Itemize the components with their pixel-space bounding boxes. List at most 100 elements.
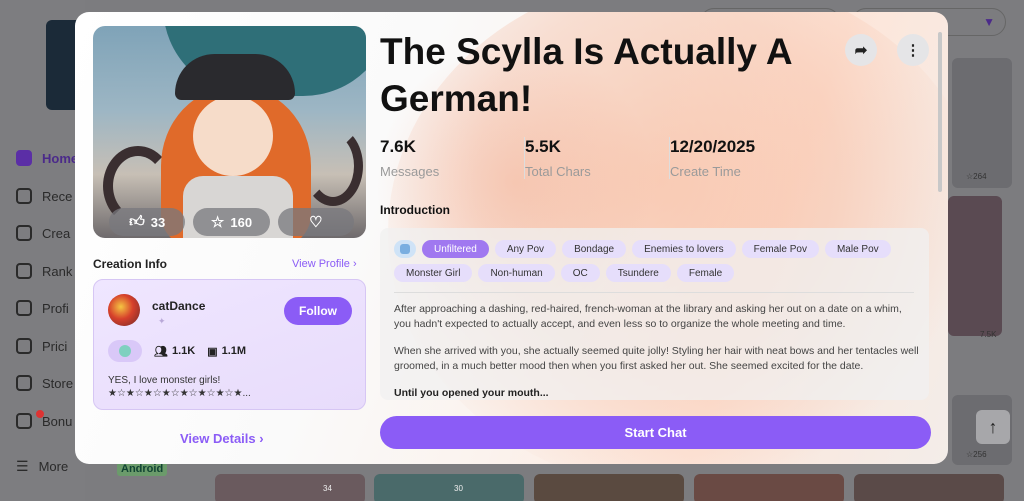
character-cover-image: 👍︎ 33 ☆ 160 ♡ (93, 26, 366, 238)
creator-card: catDance ✦ Follow 👥︎ 1.1K ▣ 1.1M YES, I lo… (93, 279, 366, 410)
character-card[interactable] (694, 474, 844, 501)
category-icon (400, 244, 410, 254)
modal-scrollbar[interactable] (938, 32, 942, 192)
hat-art (175, 54, 295, 100)
divider (394, 292, 914, 293)
sidebar-item-label: Bonu (42, 413, 73, 429)
tag[interactable]: Non-human (478, 264, 555, 282)
sidebar-item-recent[interactable]: Rece (16, 188, 72, 204)
scroll-to-top-button[interactable]: ↑ (976, 410, 1010, 444)
star-icon: ☆ (210, 214, 225, 231)
view-profile-label: View Profile (292, 258, 350, 270)
gift-button[interactable]: ♡ (277, 208, 354, 236)
heart-hand-icon: ♡ (309, 214, 323, 231)
share-button[interactable]: ➦ (845, 34, 877, 66)
view-details-link[interactable]: View Details › (180, 431, 264, 446)
tag-list: Unfiltered Any Pov Bondage Enemies to lo… (394, 240, 914, 282)
card-count: 34 (323, 484, 332, 493)
character-detail-modal: 👍︎ 33 ☆ 160 ♡ Creation Info View Profile ›… (75, 12, 948, 464)
tag[interactable]: Female (676, 264, 735, 282)
character-card[interactable]: 30 (374, 474, 524, 501)
users-icon: 👥︎ (154, 345, 168, 358)
creation-info-heading: Creation Info (93, 257, 167, 271)
tag[interactable]: Bondage (562, 240, 627, 258)
character-card[interactable]: ☆264 (952, 58, 1012, 188)
stat-value: 12/20/2025 (670, 137, 756, 156)
chat-icon (16, 188, 32, 204)
character-card[interactable]: 7.5K (948, 196, 1002, 339)
chevron-down-icon: ▼ (983, 15, 995, 29)
sidebar: Home Rece Crea Rank Profi Prici Store Bo… (0, 0, 86, 501)
card-count: 30 (454, 484, 463, 493)
sidebar-item-pricing[interactable]: Prici (16, 338, 67, 354)
sidebar-item-more[interactable]: ☰ More (16, 458, 68, 475)
tag[interactable]: Male Pov (824, 240, 891, 258)
sidebar-item-profile[interactable]: Profi (16, 300, 69, 316)
sidebar-item-label: Store (42, 375, 74, 391)
plus-icon (16, 225, 32, 241)
character-card[interactable]: 34 (215, 474, 365, 501)
view-details-label: View Details (180, 431, 256, 446)
more-options-button[interactable]: ⋮ (897, 34, 929, 66)
profile-icon (16, 300, 32, 316)
follow-button[interactable]: Follow (284, 297, 352, 325)
favorite-button[interactable]: ☆ 160 (193, 208, 270, 236)
character-card[interactable] (534, 474, 684, 501)
sidebar-item-bonus[interactable]: Bonu (16, 413, 72, 429)
chats-count: 1.1M (221, 345, 247, 357)
stat-label: Total Chars (525, 164, 591, 179)
tag[interactable]: Monster Girl (394, 264, 473, 282)
card-count: 7.5K (980, 330, 997, 339)
sidebar-item-label: Home (42, 150, 79, 166)
tag-category-icon (394, 240, 416, 258)
sidebar-item-store[interactable]: Store (16, 375, 73, 391)
stat-value: 7.6K (380, 137, 416, 156)
like-count: 33 (150, 214, 166, 230)
followers-stat: 👥︎ 1.1K (154, 345, 195, 358)
creator-name[interactable]: catDance (152, 299, 205, 313)
arrow-up-icon: ↑ (988, 416, 998, 437)
sidebar-item-rank[interactable]: Rank (16, 263, 72, 279)
introduction-heading: Introduction (380, 203, 450, 217)
tag[interactable]: Female Pov (741, 240, 819, 258)
avatar[interactable] (108, 294, 140, 326)
creator-badge-icon: ✦ (158, 316, 166, 326)
tag[interactable]: OC (560, 264, 600, 282)
favorite-count: 160 (230, 214, 253, 230)
start-chat-button[interactable]: Start Chat (380, 416, 931, 449)
introduction-text: After approaching a dashing, red-haired,… (394, 302, 919, 400)
chevron-right-icon: › (259, 431, 264, 446)
intro-paragraph: After approaching a dashing, red-haired,… (394, 303, 902, 330)
messages-icon: ▣ (207, 345, 218, 358)
introduction-box: Unfiltered Any Pov Bondage Enemies to lo… (380, 228, 929, 400)
sidebar-item-create[interactable]: Crea (16, 225, 70, 241)
chats-stat: ▣ 1.1M (207, 345, 246, 358)
sidebar-item-label: More (38, 459, 69, 474)
pricing-icon (16, 338, 32, 354)
tag[interactable]: Unfiltered (422, 240, 489, 258)
sidebar-item-label: Rank (42, 263, 73, 279)
character-card[interactable] (854, 474, 1004, 501)
badge-icon (119, 345, 131, 357)
like-button[interactable]: 👍︎ 33 (109, 208, 186, 236)
face-art (193, 96, 273, 176)
view-profile-link[interactable]: View Profile › (292, 258, 357, 270)
stat-label: Messages (380, 164, 440, 179)
bonus-icon (16, 413, 32, 429)
sidebar-item-label: Prici (42, 338, 68, 354)
store-icon (16, 375, 32, 391)
creator-level-badge (108, 340, 142, 362)
stat-total-chars: 5.5K Total Chars (525, 137, 670, 179)
tag[interactable]: Tsundere (605, 264, 671, 282)
tag[interactable]: Any Pov (494, 240, 557, 258)
sidebar-item-label: Rece (42, 188, 73, 204)
card-count-value: 256 (973, 450, 987, 459)
sidebar-item-home[interactable]: Home (16, 150, 78, 166)
menu-icon: ☰ (16, 458, 29, 474)
stat-label: Create Time (670, 164, 741, 179)
share-icon: ➦ (854, 42, 868, 59)
notification-dot (36, 410, 44, 418)
stat-value: 5.5K (525, 137, 561, 156)
android-download-button[interactable]: Android (117, 462, 168, 476)
tag[interactable]: Enemies to lovers (632, 240, 736, 258)
